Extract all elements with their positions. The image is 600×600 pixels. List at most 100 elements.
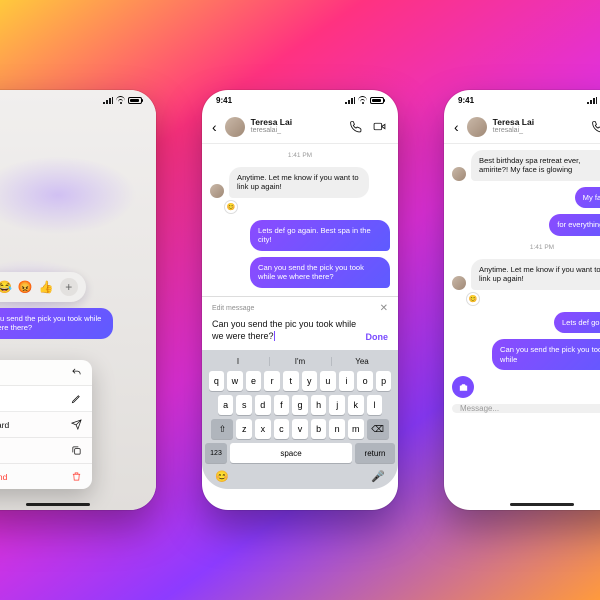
key-o[interactable]: o (357, 371, 373, 391)
key-s[interactable]: s (236, 395, 252, 415)
home-indicator (26, 503, 90, 506)
key-l[interactable]: l (367, 395, 383, 415)
menu-item-forward[interactable]: Forward (0, 412, 92, 438)
key-k[interactable]: k (348, 395, 364, 415)
message-bubble: for everything! best! (549, 214, 600, 235)
space-key[interactable]: space (230, 443, 352, 463)
avatar (452, 167, 466, 181)
status-bar: 9:41 (202, 90, 398, 110)
key-u[interactable]: u (320, 371, 336, 391)
call-button[interactable] (588, 118, 600, 136)
backspace-key[interactable]: ⌫ (367, 419, 389, 439)
reaction-emoji[interactable]: 👍 (39, 280, 54, 294)
numbers-key[interactable]: 123 (205, 443, 227, 463)
reaction-emoji[interactable]: 😂 (0, 280, 12, 294)
reaction-more-button[interactable]: + (60, 278, 78, 296)
suggestion[interactable]: I (207, 357, 269, 366)
key-h[interactable]: h (311, 395, 327, 415)
key-i[interactable]: i (339, 371, 355, 391)
context-menu: Reply Edit Forward Copy Unsend (0, 360, 92, 489)
chat-body[interactable]: 1:41 PM Anytime. Let me know if you want… (202, 144, 398, 296)
video-button[interactable] (370, 118, 388, 136)
copy-icon (71, 445, 82, 456)
message-bubble: Best birthday spa retreat ever, amirite?… (471, 150, 600, 181)
send-icon (71, 419, 82, 430)
message-timestamp: 1:41 PM (452, 244, 600, 251)
key-b[interactable]: b (311, 419, 327, 439)
reaction-emoji[interactable]: 😡 (18, 280, 33, 294)
close-icon[interactable]: ✕ (380, 303, 388, 314)
camera-button[interactable] (452, 376, 474, 398)
message-reaction[interactable]: 😊 (224, 200, 238, 214)
selected-message-bubble[interactable]: Can you send the pick you took while we … (0, 308, 113, 339)
menu-item-edit[interactable]: Edit (0, 386, 92, 412)
key-f[interactable]: f (274, 395, 290, 415)
message-outgoing[interactable]: Lets def go again. Best spa in the city! (210, 220, 390, 251)
key-z[interactable]: z (236, 419, 252, 439)
wifi-icon (116, 96, 125, 105)
contact-username: teresalai_ (251, 127, 340, 134)
edit-message-input[interactable]: Can you send the pic you took while we w… (212, 318, 358, 342)
key-r[interactable]: r (264, 371, 280, 391)
message-input[interactable]: Message... (452, 404, 600, 413)
message-outgoing[interactable]: My face too! (452, 187, 600, 208)
shift-key[interactable]: ⇧ (211, 419, 233, 439)
message-outgoing[interactable]: Lets def go, spa in (452, 312, 600, 333)
menu-item-copy[interactable]: Copy (0, 438, 92, 464)
message-bubble: Can you send the pick you took while we … (250, 257, 390, 288)
chat-body[interactable]: Best birthday spa retreat ever, amirite?… (444, 144, 600, 421)
message-outgoing[interactable]: Can you send the pick you took while we … (210, 257, 390, 288)
contact-name[interactable]: Teresa Lai (251, 118, 340, 127)
trash-icon (71, 471, 82, 482)
message-timestamp: 1:41 PM (210, 152, 390, 159)
key-a[interactable]: a (218, 395, 234, 415)
edit-message-panel: Edit message ✕ Can you send the pic you … (202, 296, 398, 350)
menu-label: Unsend (0, 472, 7, 482)
message-reaction[interactable]: 😊 (466, 292, 480, 306)
key-d[interactable]: d (255, 395, 271, 415)
contact-name[interactable]: Teresa Lai (493, 118, 582, 127)
key-c[interactable]: c (274, 419, 290, 439)
key-y[interactable]: y (302, 371, 318, 391)
suggestion[interactable]: Yea (331, 357, 393, 366)
message-bubble: Lets def go, spa in (554, 312, 600, 333)
message-bubble: Can you send the pick you took while (492, 339, 600, 370)
message-incoming[interactable]: Anytime. Let me know if you want to link… (452, 259, 600, 290)
key-t[interactable]: t (283, 371, 299, 391)
message-bubble: Anytime. Let me know if you want to link… (229, 167, 369, 198)
wifi-icon (358, 96, 367, 105)
message-bubble: Anytime. Let me know if you want to link… (471, 259, 600, 290)
contact-username: teresalai_ (493, 127, 582, 134)
message-outgoing[interactable]: Can you send the pick you took while (452, 339, 600, 370)
reaction-bar[interactable]: 😢 😂 😡 👍 + (0, 272, 86, 302)
key-g[interactable]: g (292, 395, 308, 415)
avatar[interactable] (467, 117, 487, 137)
message-outgoing[interactable]: for everything! best! (452, 214, 600, 235)
message-incoming[interactable]: Best birthday spa retreat ever, amirite?… (452, 150, 600, 181)
key-q[interactable]: q (209, 371, 225, 391)
dictation-key[interactable]: 🎤 (371, 470, 385, 483)
back-button[interactable]: ‹ (454, 119, 461, 135)
avatar[interactable] (225, 117, 245, 137)
chat-header: ‹ Teresa Lai teresalai_ (444, 110, 600, 144)
message-bubble: My face too! (575, 187, 600, 208)
call-button[interactable] (346, 118, 364, 136)
status-time: 9:41 (216, 96, 232, 105)
menu-item-unsend[interactable]: Unsend (0, 464, 92, 489)
key-j[interactable]: j (329, 395, 345, 415)
back-button[interactable]: ‹ (212, 119, 219, 135)
signal-icon (345, 97, 355, 104)
emoji-key[interactable]: 😊 (215, 470, 229, 483)
message-incoming[interactable]: Anytime. Let me know if you want to link… (210, 167, 390, 198)
key-e[interactable]: e (246, 371, 262, 391)
key-v[interactable]: v (292, 419, 308, 439)
key-x[interactable]: x (255, 419, 271, 439)
key-m[interactable]: m (348, 419, 364, 439)
return-key[interactable]: return (355, 443, 395, 463)
suggestion[interactable]: I'm (269, 357, 331, 366)
menu-item-reply[interactable]: Reply (0, 360, 92, 386)
key-p[interactable]: p (376, 371, 392, 391)
key-n[interactable]: n (329, 419, 345, 439)
done-button[interactable]: Done (366, 332, 389, 342)
key-w[interactable]: w (227, 371, 243, 391)
